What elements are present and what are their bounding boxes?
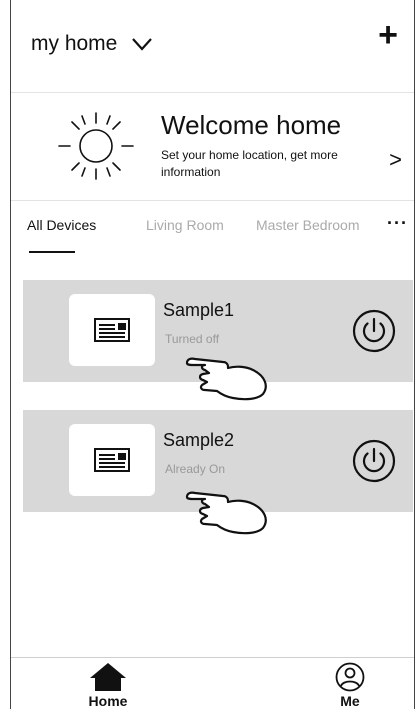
- home-name: my home: [31, 32, 118, 55]
- nav-home-label: Home: [88, 693, 128, 709]
- device-image: [69, 294, 155, 366]
- tab-all-devices[interactable]: All Devices: [27, 217, 96, 233]
- chevron-down-icon: [132, 38, 153, 51]
- welcome-subtitle: Set your home location, get more informa…: [161, 148, 338, 179]
- add-device-button[interactable]: +: [378, 18, 398, 52]
- active-tab-indicator: [29, 251, 75, 253]
- welcome-divider: [11, 200, 414, 201]
- device-name: Sample2: [163, 430, 235, 450]
- air-conditioner-icon: [94, 448, 130, 472]
- chevron-right-icon[interactable]: >: [389, 147, 402, 173]
- home-selector[interactable]: my home: [31, 32, 153, 56]
- device-image: [69, 424, 155, 496]
- nav-home[interactable]: Home: [88, 662, 128, 709]
- device-status: Turned off: [165, 332, 220, 346]
- welcome-title: Welcome home: [161, 110, 342, 140]
- device-card[interactable]: Sample2 Already On: [23, 410, 413, 512]
- user-icon: [335, 662, 365, 692]
- app-screen: my home + Welcome home Set your home loc…: [10, 0, 415, 709]
- bottom-nav-divider: [11, 657, 414, 658]
- air-conditioner-icon: [94, 318, 130, 342]
- sun-icon: [58, 112, 134, 180]
- home-icon: [90, 663, 126, 691]
- nav-me-label: Me: [340, 693, 360, 709]
- tab-living-room[interactable]: Living Room: [146, 217, 224, 233]
- header-divider: [11, 92, 414, 93]
- room-tabs: All Devices Living Room Master Bedroom ·…: [11, 213, 414, 257]
- more-tabs-button[interactable]: ···: [387, 213, 408, 234]
- device-status: Already On: [165, 462, 226, 476]
- power-icon[interactable]: [351, 438, 397, 484]
- device-name: Sample1: [163, 300, 235, 320]
- device-card[interactable]: Sample1 Turned off: [23, 280, 413, 382]
- nav-me[interactable]: Me: [333, 662, 367, 709]
- tab-master-bedroom[interactable]: Master Bedroom: [256, 217, 359, 233]
- power-icon[interactable]: [351, 308, 397, 354]
